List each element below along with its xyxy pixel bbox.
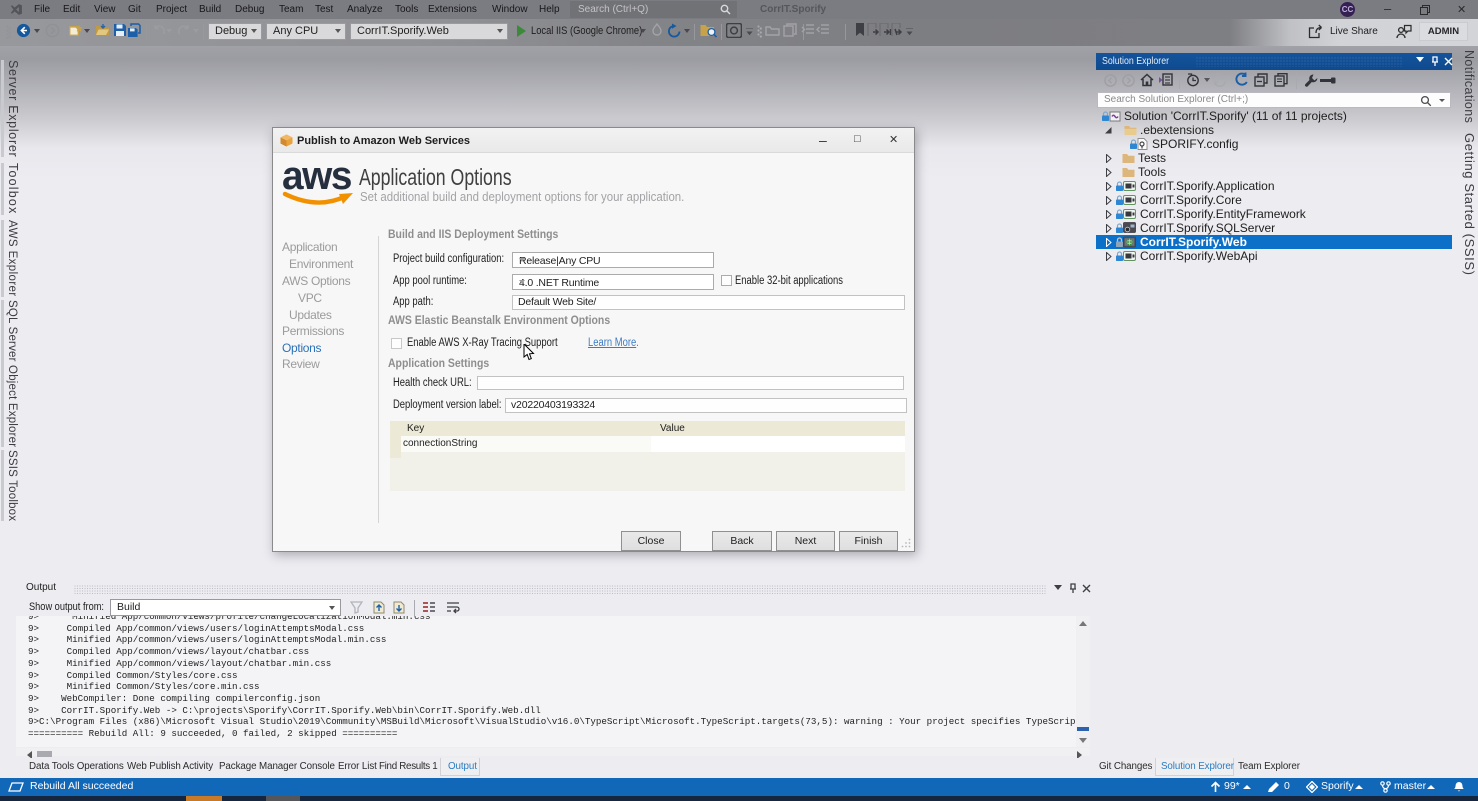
svg-text:aws: aws (282, 158, 352, 198)
